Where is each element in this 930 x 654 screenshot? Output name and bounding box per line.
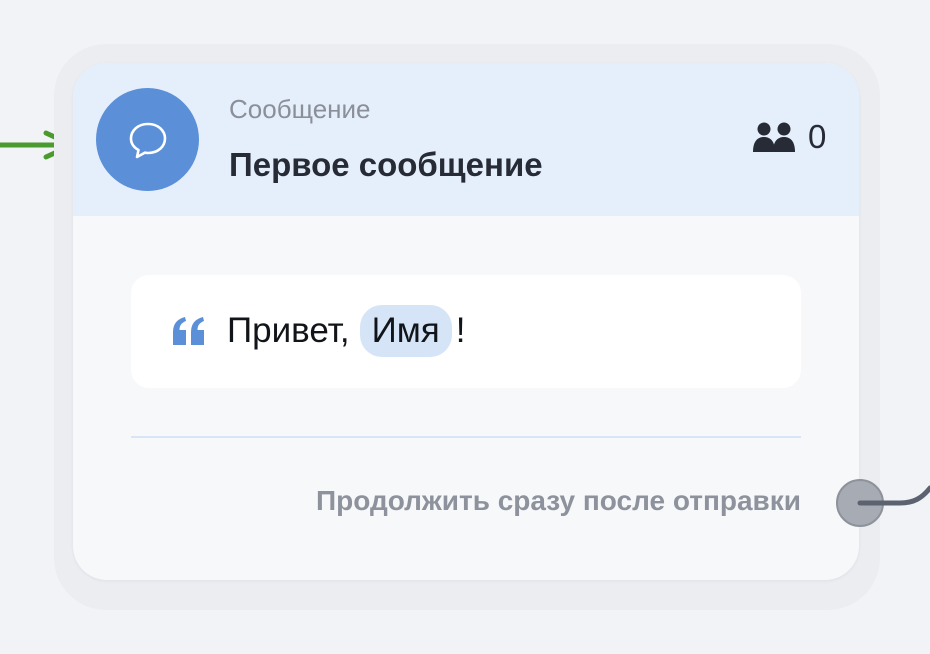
subscribers-counter: 0 <box>752 117 826 157</box>
quote-icon <box>173 317 204 345</box>
message-text-after: ! <box>455 311 466 350</box>
node-header[interactable]: Сообщение Первое сообщение 0 <box>73 63 859 216</box>
message-node[interactable]: Сообщение Первое сообщение 0 Привет, Имя <box>73 63 859 580</box>
variable-chip[interactable]: Имя <box>359 305 452 357</box>
message-text-before: Привет, <box>227 311 350 350</box>
output-connector[interactable] <box>830 460 930 550</box>
node-title[interactable]: Первое сообщение <box>229 145 543 185</box>
divider <box>131 436 801 438</box>
message-preview-card[interactable]: Привет, Имя ! <box>131 275 801 388</box>
node-type-label: Сообщение <box>229 94 371 124</box>
chat-bubble-icon <box>96 88 199 191</box>
flow-canvas: Сообщение Первое сообщение 0 Привет, Имя <box>0 0 930 654</box>
continue-after-send-label: Продолжить сразу после отправки <box>316 485 801 516</box>
subscribers-count: 0 <box>808 118 827 155</box>
users-icon <box>753 122 795 152</box>
message-text: Привет, Имя ! <box>227 305 465 357</box>
